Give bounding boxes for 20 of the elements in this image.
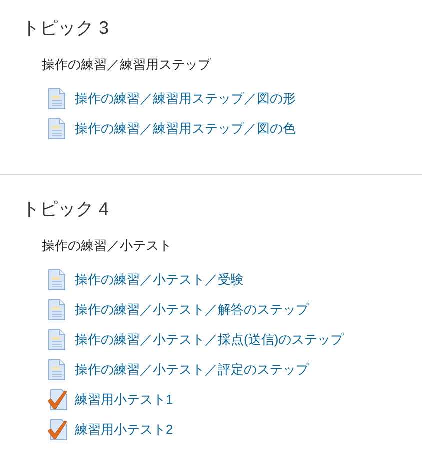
section-heading: トピック 3 — [21, 17, 110, 40]
checkmark-document-icon — [47, 389, 69, 411]
section-heading: トピック 4 — [21, 198, 110, 221]
activity-link[interactable]: 操作の練習／練習用ステップ／図の形 — [75, 89, 296, 109]
activity-link[interactable]: 操作の練習／小テスト／評定のステップ — [75, 360, 309, 380]
section-summary: 操作の練習／小テスト — [41, 237, 173, 255]
section-summary: 操作の練習／練習用ステップ — [41, 56, 212, 74]
document-icon — [47, 88, 67, 110]
document-icon — [47, 299, 67, 321]
document-icon — [47, 359, 67, 381]
activity-link[interactable]: 練習用小テスト1 — [75, 390, 174, 410]
document-icon — [47, 329, 67, 351]
document-icon — [47, 269, 67, 291]
activity-link[interactable]: 操作の練習／小テスト／解答のステップ — [75, 300, 309, 320]
document-icon — [47, 118, 67, 140]
checkmark-document-icon — [47, 419, 69, 441]
activity-link[interactable]: 操作の練習／練習用ステップ／図の色 — [75, 119, 296, 139]
activity-link[interactable]: 操作の練習／小テスト／採点(送信)のステップ — [75, 330, 344, 350]
activity-link[interactable]: 練習用小テスト2 — [75, 420, 174, 440]
activity-link[interactable]: 操作の練習／小テスト／受験 — [75, 270, 244, 290]
